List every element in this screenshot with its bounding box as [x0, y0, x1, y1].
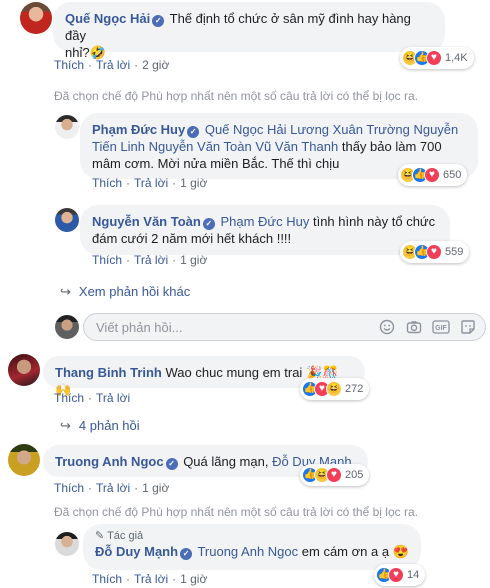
reaction-count: 272 [345, 383, 364, 395]
like-link[interactable]: Thích [92, 572, 122, 586]
timestamp[interactable]: 1 giờ [180, 176, 207, 190]
timestamp[interactable]: 1 giờ [142, 481, 169, 495]
like-link[interactable]: Thích [54, 58, 84, 72]
timestamp[interactable]: 1 giờ [180, 572, 207, 586]
like-link[interactable]: Thích [92, 176, 122, 190]
mention-tag[interactable]: Phạm Đức Huy [220, 214, 309, 229]
comment-actions: Thích · Trả lời [54, 391, 131, 405]
comment-text: tình hình này tổ chức [309, 214, 436, 229]
mention-tags[interactable]: Quế Ngọc Hải Lương Xuân Trường Nguyễn [205, 122, 458, 137]
reaction-count: 1,4K [445, 52, 468, 64]
comment-text: thấy bảo làm 700 [338, 139, 442, 154]
pen-icon: ✎ [95, 530, 108, 542]
comment-author[interactable]: Thang Binh Trinh [55, 365, 162, 380]
reply-link[interactable]: Trả lời [96, 481, 130, 495]
reaction-summary[interactable]: 👍 ♥ 😆 272 [300, 378, 370, 400]
mention-tags[interactable]: Tiến Linh Nguyễn Văn Toàn Vũ Văn Thanh [92, 139, 338, 154]
avatar [55, 315, 79, 339]
gif-icon[interactable]: GIF [432, 318, 450, 336]
verified-icon: ✓ [202, 218, 215, 230]
verified-icon: ✓ [152, 15, 165, 27]
comment-text: mâm cơm. Mời nửa miền Bắc. Thế thì chịu [92, 156, 340, 171]
mention-tag[interactable]: Truong Anh Ngoc [197, 544, 298, 559]
comment-actions: Thích · Trả lời · 2 giờ [54, 58, 170, 72]
avatar[interactable] [55, 208, 79, 232]
reply-link[interactable]: Trả lời [134, 572, 168, 586]
reply-input-box[interactable]: GIF [83, 313, 486, 341]
reaction-count: 14 [407, 569, 420, 581]
love-reaction-icon: ♥ [426, 244, 442, 260]
timestamp[interactable]: 1 giờ [180, 253, 207, 267]
like-link[interactable]: Thích [54, 481, 84, 495]
comment-actions: Thích · Trả lời · 1 giờ [54, 481, 170, 495]
svg-text:GIF: GIF [435, 325, 447, 332]
comment-actions: Thích · Trả lời · 1 giờ [92, 253, 208, 267]
comment-actions: Thích · Trả lời · 1 giờ [92, 176, 208, 190]
filter-notice: Đã chọn chế độ Phù hợp nhất nên một số c… [54, 505, 418, 519]
filter-notice: Đã chọn chế độ Phù hợp nhất nên một số c… [54, 89, 418, 103]
reaction-count: 650 [443, 169, 462, 181]
comment-author[interactable]: Quế Ngọc Hải [65, 11, 150, 26]
view-replies-link[interactable]: ↪ 4 phản hồi [60, 418, 140, 434]
reply-arrow-icon: ↪ [60, 284, 71, 299]
reaction-summary[interactable]: 👍 ♥ 14 [374, 564, 426, 586]
reply-link[interactable]: Trả lời [134, 176, 168, 190]
verified-icon: ✓ [180, 548, 193, 560]
comment-bubble: ✎ Tác giả Đỗ Duy Mạnh ✓ Truong Anh Ngoc e… [83, 524, 421, 570]
comment-author[interactable]: Nguyễn Văn Toàn [92, 214, 201, 229]
avatar[interactable] [20, 2, 52, 34]
like-link[interactable]: Thích [92, 253, 122, 267]
comment-text: em cám ơn a ạ [298, 544, 390, 559]
love-reaction-icon: ♥ [424, 167, 440, 183]
reaction-summary[interactable]: 👍 😆 ♥ 205 [300, 464, 370, 486]
verified-icon: ✓ [165, 458, 178, 470]
comment-bubble: Quế Ngọc Hải ✓ Thế định tổ chức ở sân mỹ … [53, 2, 445, 60]
like-link[interactable]: Thích [54, 391, 84, 405]
comment-author[interactable]: Đỗ Duy Mạnh [95, 544, 178, 559]
reaction-summary[interactable]: 😆 👍 ♥ 1,4K [400, 47, 474, 69]
comment-actions: Thích · Trả lời · 1 giờ [92, 572, 208, 586]
emoji-icon[interactable] [378, 318, 396, 336]
avatar[interactable] [8, 354, 40, 386]
comment-text: đám cưới 2 năm mới hết khách !!!! [92, 231, 292, 246]
comment-bubble: Nguyễn Văn Toàn ✓ Phạm Đức Huy tình hình … [80, 205, 450, 255]
reaction-summary[interactable]: 😆 👍 ♥ 650 [398, 164, 468, 186]
reply-link[interactable]: Trả lời [96, 391, 130, 405]
love-reaction-icon: ♥ [426, 50, 442, 66]
comment-text: Quá lãng mạn, [183, 454, 273, 469]
reaction-summary[interactable]: 😆 👍 ♥ 559 [400, 241, 470, 263]
reply-input[interactable] [96, 319, 369, 335]
reaction-count: 205 [345, 469, 364, 481]
haha-reaction-icon: 😆 [326, 381, 342, 397]
reply-link[interactable]: Trả lời [134, 253, 168, 267]
love-reaction-icon: ♥ [326, 467, 342, 483]
sticker-icon[interactable] [459, 318, 477, 336]
avatar[interactable] [8, 444, 40, 476]
comment-text: Wao chuc mung em trai [165, 365, 303, 380]
heart-eyes-emoji-icon: 😍 [392, 544, 409, 559]
avatar[interactable] [55, 115, 79, 139]
camera-icon[interactable] [405, 318, 423, 336]
timestamp[interactable]: 2 giờ [142, 58, 169, 72]
reply-link[interactable]: Trả lời [96, 58, 130, 72]
comment-author[interactable]: Phạm Đức Huy [92, 122, 185, 137]
view-more-replies-link[interactable]: ↪ Xem phản hồi khác [60, 284, 190, 300]
author-badge: ✎ Tác giả [95, 530, 144, 542]
love-reaction-icon: ♥ [388, 567, 404, 583]
reply-arrow-icon: ↪ [60, 418, 71, 433]
comment-author[interactable]: Truong Anh Ngoc [55, 454, 164, 469]
verified-icon: ✓ [187, 126, 200, 138]
reaction-count: 559 [445, 246, 464, 258]
avatar[interactable] [55, 532, 79, 556]
